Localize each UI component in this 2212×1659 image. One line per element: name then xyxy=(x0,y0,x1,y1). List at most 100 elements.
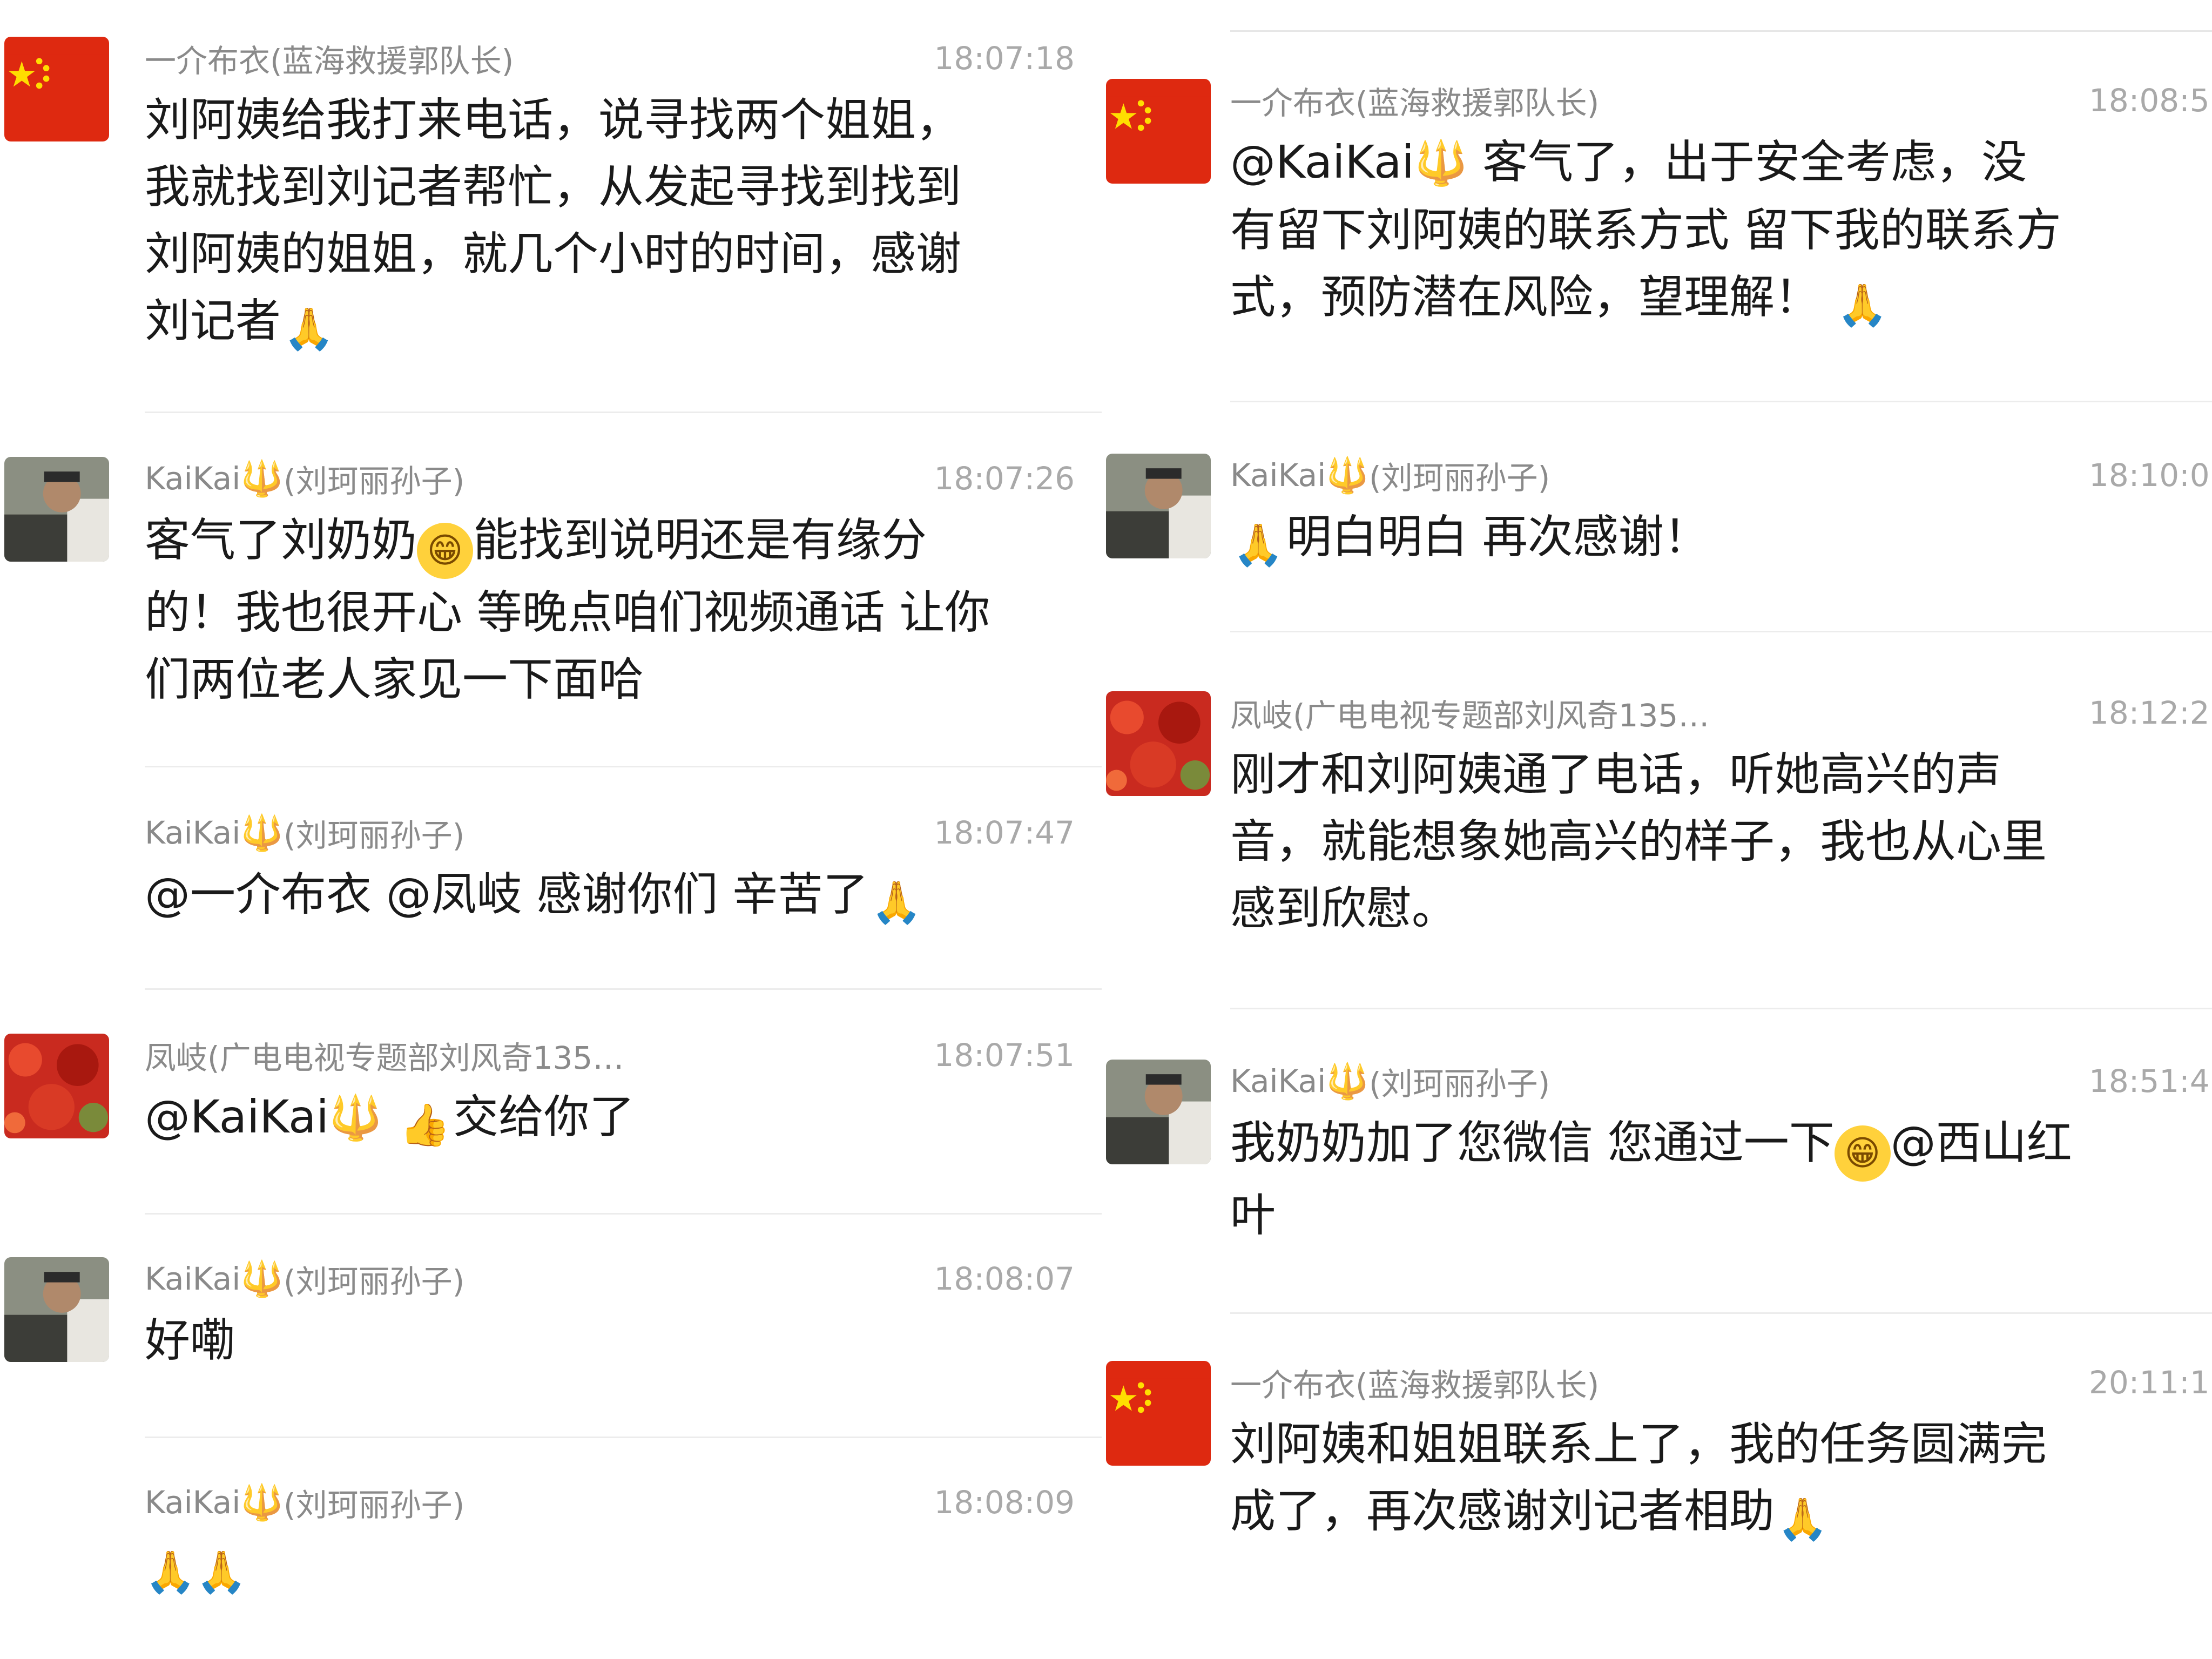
pray-emoji-icon: 🙏 xyxy=(1837,281,1889,329)
china-flag-icon xyxy=(1106,96,1211,166)
message-divider xyxy=(1230,1312,2212,1314)
message-text-part: 我奶奶加了您微信 您通过一下 xyxy=(1230,1116,1835,1169)
message-time: 18:07:26 xyxy=(934,460,1075,497)
avatar-kaikai[interactable] xyxy=(4,457,109,562)
message-time: 18:12:2 xyxy=(2089,694,2210,731)
sender-name-text: KaiKai xyxy=(1230,1063,1326,1100)
message-divider xyxy=(1230,631,2212,632)
china-flag-icon xyxy=(4,54,109,124)
message-text: 🙏明白明白 再次感谢！ xyxy=(1230,503,2212,573)
message-time: 18:07:51 xyxy=(934,1037,1075,1074)
trident-icon: 🔱 xyxy=(1326,455,1370,496)
sender-note: (刘珂丽孙子) xyxy=(284,1487,465,1523)
avatar-china-flag[interactable] xyxy=(1106,1361,1211,1466)
message-time: 18:07:18 xyxy=(934,40,1075,77)
china-flag-icon xyxy=(1106,1378,1211,1448)
chat-column-left: 一介布衣(蓝海救援郭队长) 18:07:18 刘阿姨给我打来电话，说寻找两个姐姐… xyxy=(0,0,1106,1659)
person-photo-icon xyxy=(4,457,109,562)
sender-name-text: KaiKai xyxy=(145,814,241,851)
message-divider xyxy=(145,412,1102,413)
person-photo-icon xyxy=(1106,1060,1211,1164)
message-divider xyxy=(145,1437,1102,1438)
red-leaves-icon xyxy=(4,1034,109,1138)
message-text-content: @一介布衣 @凤岐 感谢你们 辛苦了 xyxy=(145,868,869,921)
message-time: 18:08:5 xyxy=(2089,82,2210,119)
avatar-kaikai[interactable] xyxy=(1106,1060,1211,1164)
person-photo-icon xyxy=(4,1257,109,1362)
trident-icon: 🔱 xyxy=(240,1259,284,1299)
chat-column-right: 一介布衣(蓝海救援郭队长) 18:08:5 @KaiKai🔱 客气了，出于安全考… xyxy=(1106,0,2212,1659)
message-divider xyxy=(145,766,1102,767)
person-photo-icon xyxy=(1106,454,1211,558)
message-text: 客气了刘奶奶 😁 能找到说明还是有缘分 的！我也很开心 等晚点咱们视频通话 让你 们… xyxy=(145,507,1106,713)
message-text-part: @KaiKai xyxy=(145,1090,329,1143)
message-text-content: 刘阿姨和姐姐联系上了，我的任务圆满完 成了，再次感谢刘记者相助 xyxy=(1230,1418,2047,1537)
message-text: 刘阿姨和姐姐联系上了，我的任务圆满完 成了，再次感谢刘记者相助🙏 xyxy=(1230,1411,2212,1547)
message-text: @KaiKai🔱 👍交给你了 xyxy=(145,1083,1106,1153)
sender-name: KaiKai 🔱 (刘珂丽孙子) xyxy=(145,457,464,500)
avatar-china-flag[interactable] xyxy=(4,37,109,141)
pray-emoji-icon: 🙏 xyxy=(1232,521,1284,569)
sender-name: KaiKai 🔱 (刘珂丽孙子) xyxy=(145,1481,464,1524)
trident-icon: 🔱 xyxy=(1414,138,1468,188)
message-time: 18:07:47 xyxy=(934,814,1075,851)
trident-icon: 🔱 xyxy=(240,813,284,853)
message-text: @一介布衣 @凤岐 感谢你们 辛苦了🙏 xyxy=(145,861,1106,930)
avatar-fengqi[interactable] xyxy=(1106,691,1211,796)
sender-name: 一介布衣(蓝海救援郭队长) xyxy=(1230,85,1600,122)
trident-icon: 🔱 xyxy=(240,1482,284,1523)
message-text: 好嘞 xyxy=(145,1314,236,1367)
message-time: 18:51:4 xyxy=(2089,1063,2210,1100)
sender-note: (刘珂丽孙子) xyxy=(284,817,465,854)
sender-name-text: KaiKai xyxy=(145,1484,241,1521)
sender-note: (刘珂丽孙子) xyxy=(284,463,465,500)
message-text: 刚才和刘阿姨通了电话，听她高兴的声 音，就能想象她高兴的样子，我也从心里 感到欣… xyxy=(1230,748,2047,935)
message-text-part: 客气了刘奶奶 xyxy=(145,514,417,567)
avatar-china-flag[interactable] xyxy=(1106,79,1211,184)
grin-emoji-icon: 😁 xyxy=(417,523,474,579)
thumbs-up-emoji-icon: 👍 xyxy=(399,1101,451,1149)
red-leaves-icon xyxy=(1106,691,1211,796)
message-text-content: 明白明白 再次感谢！ xyxy=(1286,510,1709,563)
sender-note: (刘珂丽孙子) xyxy=(1369,460,1550,496)
sender-name: KaiKai 🔱 (刘珂丽孙子) xyxy=(145,811,464,854)
message-text: @KaiKai🔱 客气了，出于安全考虑，没 有留下刘阿姨的联系方式 留下我的联系… xyxy=(1230,129,2212,333)
message-text-part: @KaiKai xyxy=(1230,136,1414,188)
avatar-fengqi[interactable] xyxy=(4,1034,109,1138)
trident-icon: 🔱 xyxy=(328,1092,383,1143)
pray-emoji-icon: 🙏 xyxy=(283,305,335,353)
pray-emoji-icon: 🙏🙏 xyxy=(145,1548,247,1596)
avatar-kaikai[interactable] xyxy=(4,1257,109,1362)
sender-name-text: KaiKai xyxy=(145,1260,241,1297)
message-text: 我奶奶加了您微信 您通过一下 😁 @西山红 叶 xyxy=(1230,1109,2212,1249)
sender-note: (刘珂丽孙子) xyxy=(284,1263,465,1300)
message-text: 刘阿姨给我打来电话，说寻找两个姐姐， 我就找到刘记者帮忙，从发起寻找到找到 刘阿… xyxy=(145,86,1106,357)
trident-icon: 🔱 xyxy=(240,458,284,499)
avatar-kaikai[interactable] xyxy=(1106,454,1211,558)
sender-name-text: KaiKai xyxy=(145,460,241,497)
pray-emoji-icon: 🙏 xyxy=(871,878,922,926)
message-text-content: 刘阿姨给我打来电话，说寻找两个姐姐， 我就找到刘记者帮忙，从发起寻找到找到 刘阿… xyxy=(145,93,962,347)
sender-name: 凤岐(广电电视专题部刘风奇135… xyxy=(1230,697,1710,734)
sender-note: (刘珂丽孙子) xyxy=(1369,1065,1550,1102)
sender-name-text: KaiKai xyxy=(1230,457,1326,494)
message-time: 18:08:09 xyxy=(934,1484,1075,1521)
sender-name: 一介布衣(蓝海救援郭队长) xyxy=(1230,1367,1600,1404)
sender-name: 凤岐(广电电视专题部刘风奇135… xyxy=(145,1040,624,1076)
message-divider xyxy=(1230,1008,2212,1009)
message-time: 18:08:07 xyxy=(934,1260,1075,1297)
sender-name: KaiKai 🔱 (刘珂丽孙子) xyxy=(1230,1060,1550,1103)
message-divider xyxy=(1230,401,2212,402)
message-divider xyxy=(145,1213,1102,1215)
sender-name: 一介布衣(蓝海救援郭队长) xyxy=(145,43,514,79)
sender-name: KaiKai 🔱 (刘珂丽孙子) xyxy=(1230,454,1550,497)
message-time: 18:10:0 xyxy=(2089,457,2210,494)
message-time: 20:11:1 xyxy=(2089,1364,2210,1401)
sender-name: KaiKai 🔱 (刘珂丽孙子) xyxy=(145,1257,464,1300)
message-divider xyxy=(145,988,1102,990)
message-text: 🙏🙏 xyxy=(145,1530,1106,1600)
grin-emoji-icon: 😁 xyxy=(1834,1125,1891,1182)
pray-emoji-icon: 🙏 xyxy=(1777,1495,1829,1543)
trident-icon: 🔱 xyxy=(1326,1061,1370,1102)
message-divider xyxy=(1230,30,2212,32)
